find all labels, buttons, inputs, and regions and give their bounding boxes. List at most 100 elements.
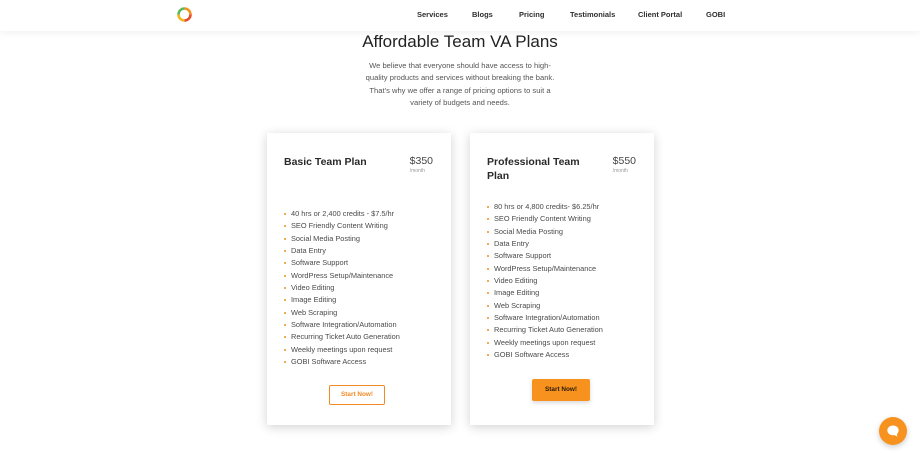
plan-name: Professional Team Plan (487, 156, 580, 182)
feature-item: Software Support (284, 257, 444, 269)
feature-text: Weekly meetings upon request (494, 337, 596, 347)
feature-text: Image Editing (291, 295, 337, 305)
feature-text: 80 hrs or 4,800 credits- $6.25/hr (494, 202, 600, 211)
feature-list: 80 hrs or 4,800 credits- $6.25/hr SEO Fri… (487, 201, 647, 361)
bullet-dot-icon (284, 299, 286, 302)
bullet-dot-icon (487, 292, 489, 295)
feature-text: GOBI Software Access (494, 350, 570, 360)
bullet-dot-icon (284, 287, 286, 290)
bullet-dot-icon (284, 274, 286, 277)
feature-item: Weekly meetings upon request (487, 337, 647, 349)
plan-card-professional: Professional Team Plan $550 /month 80 hr… (470, 133, 654, 425)
feature-item: Image Editing (284, 294, 444, 306)
feature-item: Social Media Posting (284, 233, 444, 245)
nav-services[interactable]: Services (417, 10, 448, 19)
bullet-dot-icon (284, 250, 286, 253)
bullet-dot-icon (487, 267, 489, 270)
page-subtitle: We believe that everyone should have acc… (365, 61, 555, 108)
plan-card-basic: Basic Team Plan $350 /month 40 hrs or 2,… (267, 133, 451, 425)
feature-text: Software Support (494, 251, 552, 261)
bullet-dot-icon (284, 237, 286, 240)
nav-client-portal[interactable]: Client Portal (638, 10, 682, 19)
bullet-dot-icon (284, 311, 286, 314)
feature-text: GOBI Software Access (291, 357, 367, 367)
feature-item: Software Integration/Automation (284, 319, 444, 331)
bullet-dot-icon (487, 341, 489, 344)
bullet-dot-icon (284, 262, 286, 265)
bullet-dot-icon (487, 280, 489, 283)
bullet-dot-icon (284, 324, 286, 327)
feature-item: Data Entry (284, 245, 444, 257)
feature-text: Recurring Ticket Auto Generation (291, 332, 400, 342)
nav-pricing[interactable]: Pricing (519, 10, 544, 19)
feature-item: GOBI Software Access (487, 349, 647, 361)
feature-list: 40 hrs or 2,400 credits - $7.5/hr SEO Fri… (284, 208, 444, 368)
bullet-dot-icon (487, 317, 489, 320)
feature-text: Recurring Ticket Auto Generation (494, 325, 603, 335)
plan-period: /month (409, 168, 425, 174)
feature-text: 40 hrs or 2,400 credits - $7.5/hr (291, 209, 395, 218)
bullet-dot-icon (487, 206, 489, 208)
feature-text: Web Scraping (291, 307, 338, 317)
feature-item: Weekly meetings upon request (284, 344, 444, 356)
feature-text: Video Editing (494, 276, 538, 286)
main-nav: Services Blogs Pricing Testimonials Clie… (0, 10, 920, 22)
feature-item: Recurring Ticket Auto Generation (284, 331, 444, 343)
feature-text: Video Editing (291, 283, 335, 293)
bullet-dot-icon (487, 354, 489, 357)
page: Services Blogs Pricing Testimonials Clie… (0, 0, 920, 453)
bullet-dot-icon (487, 255, 489, 258)
bullet-dot-icon (487, 218, 489, 221)
nav-testimonials[interactable]: Testimonials (570, 10, 615, 19)
feature-item: Software Support (487, 250, 647, 262)
bullet-dot-icon (284, 225, 286, 228)
feature-item: 80 hrs or 4,800 credits- $6.25/hr (487, 201, 647, 213)
feature-item: Web Scraping (487, 300, 647, 312)
feature-text: Data Entry (291, 246, 326, 256)
bullet-dot-icon (487, 329, 489, 332)
feature-item: Data Entry (487, 238, 647, 250)
feature-item: SEO Friendly Content Writing (487, 213, 647, 225)
feature-item: Image Editing (487, 287, 647, 299)
plan-period: /month (612, 168, 628, 174)
bullet-dot-icon (487, 243, 489, 246)
nav-blogs[interactable]: Blogs (472, 10, 493, 19)
feature-text: Software Integration/Automation (494, 313, 600, 323)
bullet-dot-icon (487, 230, 489, 233)
bullet-dot-icon (284, 213, 286, 215)
plan-price: $550 (612, 155, 636, 167)
feature-text: Social Media Posting (494, 226, 564, 236)
start-now-button[interactable]: Start Now! (329, 385, 385, 405)
feature-item: 40 hrs or 2,400 credits - $7.5/hr (284, 208, 444, 220)
feature-text: Data Entry (494, 239, 529, 249)
site-header: Services Blogs Pricing Testimonials Clie… (0, 0, 920, 31)
feature-text: WordPress Setup/Maintenance (291, 270, 394, 280)
chat-bubble-icon[interactable] (879, 417, 907, 445)
feature-text: Software Support (291, 258, 349, 268)
feature-text: Weekly meetings upon request (291, 344, 393, 354)
feature-text: Web Scraping (494, 300, 541, 310)
bullet-dot-icon (284, 336, 286, 339)
start-now-button[interactable]: Start Now! (532, 379, 590, 401)
plan-name: Basic Team Plan (284, 156, 367, 168)
feature-item: WordPress Setup/Maintenance (487, 263, 647, 275)
feature-text: SEO Friendly Content Writing (291, 221, 388, 231)
feature-item: Recurring Ticket Auto Generation (487, 324, 647, 336)
page-title: Affordable Team VA Plans (362, 32, 558, 51)
plan-price: $350 (409, 155, 433, 167)
feature-item: Video Editing (284, 282, 444, 294)
bullet-dot-icon (284, 348, 286, 351)
bullet-dot-icon (487, 304, 489, 307)
feature-text: Software Integration/Automation (291, 320, 397, 330)
feature-item: WordPress Setup/Maintenance (284, 270, 444, 282)
feature-item: Video Editing (487, 275, 647, 287)
feature-text: Social Media Posting (291, 233, 361, 243)
feature-item: GOBI Software Access (284, 356, 444, 368)
feature-item: Web Scraping (284, 307, 444, 319)
feature-text: WordPress Setup/Maintenance (494, 263, 597, 273)
feature-text: SEO Friendly Content Writing (494, 214, 591, 224)
feature-item: Software Integration/Automation (487, 312, 647, 324)
nav-gobi[interactable]: GOBI (706, 10, 725, 19)
feature-item: Social Media Posting (487, 226, 647, 238)
feature-text: Image Editing (494, 288, 540, 298)
